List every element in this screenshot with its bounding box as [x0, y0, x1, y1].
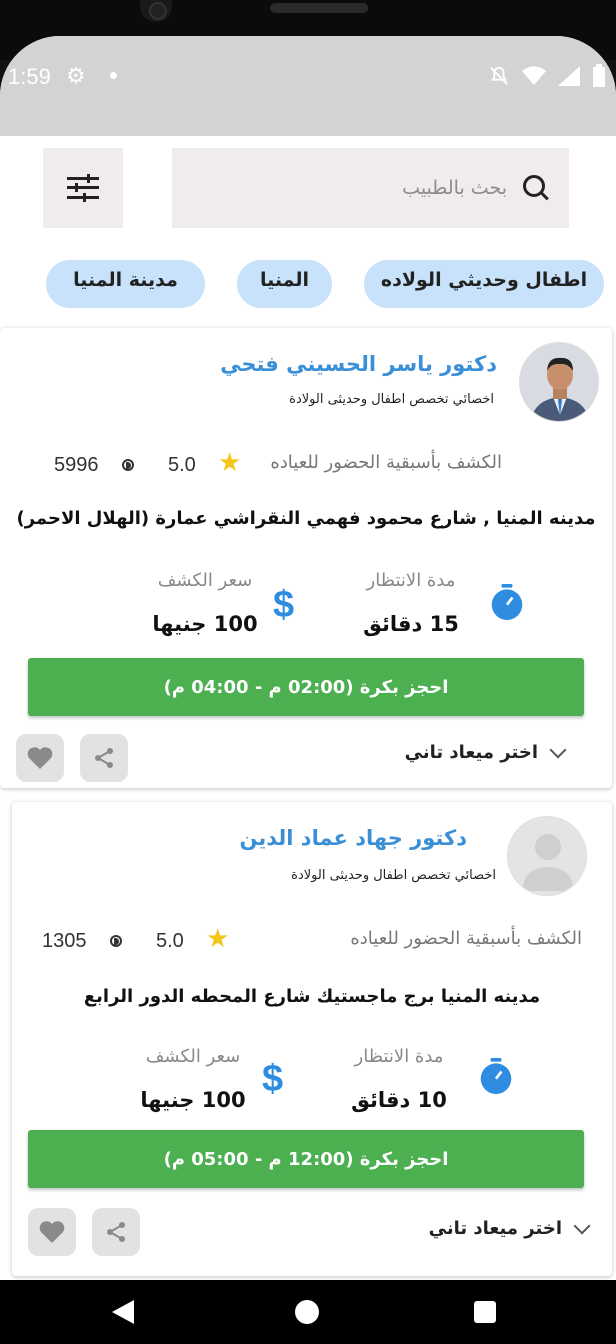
price-value: 100 جنيها	[140, 1088, 246, 1112]
chip-governorate[interactable]: المنيا	[237, 260, 332, 308]
notification-dot-icon	[110, 72, 117, 79]
mute-icon	[490, 66, 508, 85]
favorite-button[interactable]	[28, 1208, 76, 1256]
system-nav-bar	[0, 1280, 616, 1344]
heart-icon	[39, 1221, 65, 1243]
chip-city[interactable]: مدينة المنيا	[46, 260, 205, 308]
choose-other-slot[interactable]: اختر ميعاد تاني	[428, 1217, 591, 1239]
doctor-specialty: اخصائي تخصص اطفال وحديثى الولادة	[291, 868, 496, 883]
back-icon[interactable]	[112, 1300, 134, 1324]
search-placeholder: بحث بالطبيب	[402, 177, 507, 199]
share-icon	[95, 748, 113, 768]
choose-other-slot[interactable]: اختر ميعاد تاني	[404, 741, 567, 763]
battery-icon	[593, 64, 605, 87]
search-input[interactable]: بحث بالطبيب	[172, 148, 569, 228]
doctor-name[interactable]: دكتور ياسر الحسيني فتحي	[220, 352, 497, 376]
chip-label: اطفال وحديثي الولاده	[380, 269, 588, 291]
camera-icon	[140, 0, 172, 22]
search-row: بحث بالطبيب	[0, 148, 616, 228]
wifi-icon	[522, 66, 546, 85]
favorite-button[interactable]	[16, 734, 64, 782]
status-bar: 1:59 ⚙	[0, 36, 616, 136]
search-icon	[521, 173, 551, 203]
speaker-grille	[270, 3, 368, 13]
chip-label: مدينة المنيا	[73, 269, 178, 291]
other-slot-label: اختر ميعاد تاني	[404, 742, 538, 763]
doctor-photo	[520, 343, 598, 421]
doctor-avatar	[519, 342, 599, 422]
doctor-name[interactable]: دكتور جهاد عماد الدين	[240, 826, 468, 850]
book-button[interactable]: احجز بكرة (12:00 م - 05:00 م)	[28, 1130, 584, 1188]
booking-type: الكشف بأسبقية الحضور للعياده	[350, 928, 582, 949]
wait-label: مدة الانتظار	[366, 570, 456, 591]
share-icon	[107, 1222, 125, 1242]
price-label: سعر الكشف	[145, 1046, 241, 1067]
doctor-card[interactable]: دكتور جهاد عماد الدين اخصائي تخصص اطفال …	[12, 802, 612, 1276]
screen: 1:59 ⚙ بحث بالطبيب اطفال وحديثي الولاده …	[0, 36, 616, 1280]
views-count: 5996	[54, 454, 99, 476]
rating-value: 5.0	[168, 454, 196, 476]
signal-icon	[558, 66, 580, 86]
chip-label: المنيا	[259, 269, 310, 291]
doctor-card[interactable]: دكتور ياسر الحسيني فتحي اخصائي تخصص اطفا…	[0, 328, 612, 788]
home-icon[interactable]	[295, 1300, 319, 1324]
chip-specialty[interactable]: اطفال وحديثي الولاده	[364, 260, 604, 308]
share-button[interactable]	[80, 734, 128, 782]
filter-button[interactable]	[43, 148, 123, 228]
rating-value: 5.0	[156, 930, 184, 952]
timer-icon	[491, 584, 523, 620]
share-button[interactable]	[92, 1208, 140, 1256]
clinic-address: مدينه المنيا برج ماجستيك شارع المحطه الد…	[83, 986, 541, 1007]
timer-icon	[480, 1058, 512, 1094]
views-icon	[110, 935, 122, 947]
booking-type: الكشف بأسبقية الحضور للعياده	[270, 452, 502, 473]
chevron-down-icon	[549, 741, 567, 758]
book-button[interactable]: احجز بكرة (02:00 م - 04:00 م)	[28, 658, 584, 716]
gear-icon: ⚙	[66, 64, 86, 89]
dollar-icon: $	[262, 1058, 284, 1100]
status-time: 1:59	[8, 64, 51, 89]
heart-icon	[27, 747, 53, 769]
views-count: 1305	[42, 930, 87, 952]
dollar-icon: $	[273, 584, 295, 626]
filter-chips: اطفال وحديثي الولاده المنيا مدينة المنيا	[0, 260, 616, 308]
person-icon	[508, 817, 586, 895]
recents-icon[interactable]	[474, 1301, 496, 1323]
other-slot-label: اختر ميعاد تاني	[428, 1218, 562, 1239]
clinic-address: مدينه المنيا , شارع محمود فهمي النقراشي …	[16, 508, 596, 529]
doctor-avatar-placeholder	[507, 816, 587, 896]
sliders-icon	[67, 174, 99, 202]
wait-value: 15 دقائق	[363, 612, 459, 636]
status-icons	[488, 64, 606, 88]
star-icon: ★	[206, 924, 230, 954]
star-icon: ★	[218, 448, 242, 478]
wait-label: مدة الانتظار	[354, 1046, 444, 1067]
doctor-specialty: اخصائي تخصص اطفال وحديثى الولادة	[289, 392, 494, 407]
price-value: 100 جنيها	[152, 612, 258, 636]
main-content: بحث بالطبيب اطفال وحديثي الولاده المنيا …	[0, 136, 616, 1280]
wait-value: 10 دقائق	[351, 1088, 447, 1112]
chevron-down-icon	[573, 1217, 591, 1234]
views-icon	[122, 459, 134, 471]
price-label: سعر الكشف	[157, 570, 253, 591]
